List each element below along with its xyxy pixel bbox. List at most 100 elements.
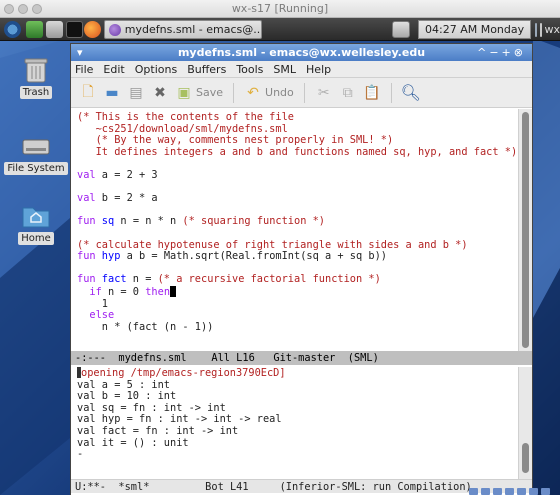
dired-button[interactable]: ▤ [127,84,145,102]
keyword: if [77,285,102,298]
menu-sml[interactable]: SML [273,63,296,76]
vm-status-icon [529,488,538,495]
host-titlebar: wx-s17 [Running] [0,0,560,18]
emacs-window: ▾ mydefns.sml - emacs@wx.wellesley.edu ^… [70,43,533,495]
keyword: fun [77,250,96,263]
vm-status-icon [541,488,550,495]
code-scrollbar-thumb[interactable] [522,112,529,348]
save-icon: ▣ [177,84,191,101]
volume-icon[interactable] [535,22,538,37]
menu-options[interactable]: Options [135,63,177,76]
undo-label: Undo [265,86,294,99]
code-text: n = n * n [114,215,183,228]
repl-scrollbar[interactable] [518,367,532,479]
comment: (* squaring function *) [182,215,326,228]
tray-text: wx [544,23,560,36]
emacs-titlebar: ▾ mydefns.sml - emacs@wx.wellesley.edu ^… [71,44,532,61]
vm-status-icon [481,488,490,495]
code-text: a = 2 + 3 [95,168,158,181]
scissors-icon: ✂ [317,84,330,101]
copy-icon: ⧉ [342,84,353,101]
desktop-icon-label: Home [18,232,54,245]
repl-line: - [77,448,84,461]
function-name: sq [95,215,115,228]
window-control-icons[interactable]: ^−+⊗ [477,44,526,61]
keyword: then [145,285,171,298]
toolbar: 🗋 ▬ ▤ ✖ ▣ Save ↶ Undo ✂ ⧉ 📋 🔍︎ [71,78,532,108]
save-label: Save [196,86,224,99]
repl-line: val it = () : unit [77,436,189,449]
firefox-icon[interactable] [84,21,101,38]
code-text: n = 0 [101,285,146,298]
repl-pane[interactable]: opening /tmp/emacs-region3790EcD] val a … [71,367,520,479]
new-file-button[interactable]: 🗋 [79,84,97,102]
menubar: File Edit Options Buffers Tools SML Help [71,61,532,78]
code-text: a b = Math.sqrt(Real.fromInt(sq a + sq b… [120,250,387,263]
repl-line: opening /tmp/emacs-region3790EcD] [81,367,286,379]
home-folder-icon [20,200,52,230]
keyword: val [77,192,96,205]
new-file-icon: 🗋 [82,83,94,100]
code-text: n * (fact (n - 1)) [77,320,214,333]
files-icon[interactable] [46,21,63,38]
toolbar-separator [233,82,235,103]
code-line: (* This is the contents of the file [77,111,294,123]
save-button[interactable]: ▣ Save [175,84,223,102]
taskbar-emacs-button[interactable]: mydefns.sml - emacs@... [104,20,262,39]
search-button[interactable]: 🔍︎ [401,83,421,102]
menu-buffers[interactable]: Buffers [187,63,226,76]
window-menu-icon[interactable]: ▾ [77,44,83,61]
repl-scrollbar-thumb[interactable] [522,443,529,473]
paste-button[interactable]: 📋 [363,84,381,102]
terminal-icon[interactable] [66,21,83,38]
code-editor-pane[interactable]: (* This is the contents of the file ~cs2… [71,109,520,351]
toolbar-separator [390,82,392,103]
top-panel: mydefns.sml - emacs@... 04:27 AM Monday … [0,18,560,41]
user-icon[interactable] [540,22,543,37]
keyword: fun [77,215,96,228]
menu-tools[interactable]: Tools [236,63,263,76]
fedora-icon[interactable] [4,21,21,38]
code-text: 1 [77,297,108,310]
repl-line: val sq = fn : int -> int [77,401,226,414]
close-icon: ✖ [154,84,166,101]
menu-file[interactable]: File [75,63,93,76]
copy-button[interactable]: ⧉ [339,84,357,102]
directory-icon: ▤ [129,84,143,101]
emacs-icon [109,23,121,36]
function-name: fact [95,273,127,286]
vm-status-tray [469,487,550,495]
comment: (* a recursive factorial function *) [157,273,381,286]
clock[interactable]: 04:27 AM Monday [418,20,532,39]
code-line: (* By the way, comments nest properly in… [77,134,394,147]
code-text: b = 2 * a [95,192,158,205]
code-text: n = [126,273,158,286]
code-line: It defines integers a and b and function… [77,145,518,158]
undo-icon: ↶ [247,84,259,101]
network-icon[interactable] [392,21,410,38]
open-folder-button[interactable]: ▬ [103,84,121,102]
code-scrollbar[interactable] [518,109,532,351]
trash-icon [20,54,52,84]
close-buffer-button[interactable]: ✖ [151,84,169,102]
drive-icon [20,130,52,160]
vm-status-icon [469,488,478,495]
code-line: ~cs251/download/sml/mydefns.sml [77,122,288,135]
menu-edit[interactable]: Edit [103,63,124,76]
undo-button[interactable]: ↶ Undo [244,84,294,102]
menu-help[interactable]: Help [306,63,331,76]
desktop-icon-file-system[interactable]: File System [4,130,68,175]
repl-line: val b = 10 : int [77,390,177,403]
image-viewer-icon[interactable] [26,21,43,38]
desktop-icon-trash[interactable]: Trash [8,54,64,99]
text-cursor [170,285,177,297]
panel-tray: 04:27 AM Monday wx [418,20,560,39]
cut-button[interactable]: ✂ [315,84,333,102]
desktop-icon-home[interactable]: Home [8,200,64,245]
desktop-icon-label: File System [4,162,68,175]
vm-status-icon [505,488,514,495]
keyword: fun [77,273,96,286]
desktop-icon-label: Trash [19,86,53,99]
function-name: hyp [95,250,121,263]
repl-line: val hyp = fn : int -> int -> real [77,413,282,426]
